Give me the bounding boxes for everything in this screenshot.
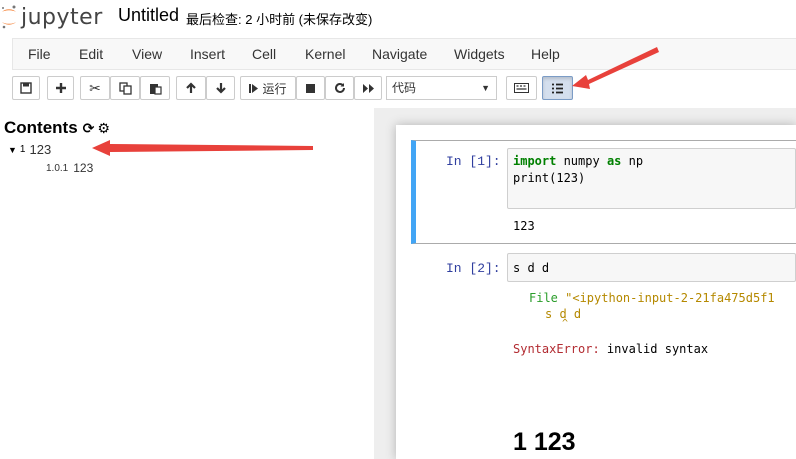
- toc-sidebar: Contents ⟳ ⚙ ▼ 1 123 1.0.1 123: [0, 108, 374, 459]
- error-type: SyntaxError:: [513, 342, 600, 356]
- traceback-file-line: File "<ipython-input-2-21fa475d5f1: [529, 291, 796, 305]
- scissors-icon: ✂: [89, 79, 101, 96]
- menu-navigate[interactable]: Navigate: [372, 46, 427, 62]
- markdown-heading: 1 123: [513, 428, 576, 456]
- restart-run-all-button[interactable]: [354, 76, 382, 100]
- checkpoint-status: 最后检查: 2 小时前 (未保存改变): [186, 12, 373, 27]
- input-prompt: In [1]:: [446, 154, 501, 169]
- cell-type-value: 代码: [392, 81, 417, 95]
- refresh-icon[interactable]: ⟳: [83, 120, 95, 137]
- command-palette-button[interactable]: [506, 76, 537, 100]
- menu-file[interactable]: File: [28, 46, 51, 62]
- stop-icon: [306, 83, 315, 93]
- notebook-name[interactable]: Untitled: [118, 5, 179, 26]
- restart-button[interactable]: [325, 76, 354, 100]
- fast-forward-icon: [362, 83, 374, 93]
- keyword: import: [513, 154, 557, 168]
- save-icon: [20, 82, 32, 94]
- code-input[interactable]: s d d: [507, 253, 796, 282]
- step-forward-icon: [249, 83, 259, 93]
- menu-insert[interactable]: Insert: [190, 46, 225, 62]
- chevron-down-icon: ▼: [481, 83, 490, 93]
- traceback-caret: ^: [562, 318, 569, 329]
- cell-output: 123: [513, 219, 535, 233]
- menu-kernel[interactable]: Kernel: [305, 46, 345, 62]
- keyboard-icon: [514, 83, 529, 93]
- save-button[interactable]: [12, 76, 40, 100]
- copy-icon: [118, 81, 132, 95]
- menu-cell[interactable]: Cell: [252, 46, 276, 62]
- move-up-button[interactable]: [176, 76, 206, 100]
- arrow-down-icon: [215, 83, 226, 94]
- toc-item-label: 123: [73, 161, 94, 175]
- refresh-icon: [334, 82, 345, 93]
- header: jupyter Untitled 最后检查: 2 小时前 (未保存改变): [0, 0, 796, 36]
- list-icon: [552, 83, 563, 93]
- error-text: invalid syntax: [599, 342, 709, 356]
- toc-item-number: 1: [19, 144, 26, 155]
- copy-button[interactable]: [110, 76, 140, 100]
- traceback-file-path: "<ipython-input-2-21fa475d5f1: [557, 291, 775, 305]
- toc-item-label: 123: [29, 142, 52, 157]
- code-text: s d d: [513, 261, 550, 275]
- code-text: print(123): [513, 171, 586, 185]
- move-down-button[interactable]: [206, 76, 235, 100]
- traceback-file-label: File: [529, 291, 558, 305]
- jupyter-logo-icon: [2, 5, 16, 29]
- toolbar: ✂ 运行 代码 ▼: [0, 72, 796, 106]
- insert-cell-button[interactable]: [47, 76, 74, 100]
- run-label: 运行: [262, 81, 287, 96]
- cell-type-select[interactable]: 代码 ▼: [386, 76, 497, 100]
- menu-view[interactable]: View: [132, 46, 162, 62]
- menu-edit[interactable]: Edit: [79, 46, 103, 62]
- gear-icon[interactable]: ⚙: [97, 120, 110, 137]
- input-prompt: In [2]:: [446, 261, 501, 276]
- toc-header: Contents ⟳ ⚙: [4, 118, 110, 138]
- run-button[interactable]: 运行: [240, 76, 296, 100]
- interrupt-button[interactable]: [296, 76, 325, 100]
- code-input[interactable]: import numpy as np print(123): [507, 148, 796, 209]
- caret-down-icon[interactable]: ▼: [8, 145, 17, 155]
- paste-button[interactable]: [140, 76, 170, 100]
- menu-help[interactable]: Help: [531, 46, 560, 62]
- toc-toggle-button[interactable]: [542, 76, 573, 100]
- logo-text: jupyter: [21, 4, 103, 30]
- toc-title: Contents: [4, 118, 78, 137]
- toc-item-1[interactable]: ▼ 1 123: [8, 142, 51, 157]
- cut-button[interactable]: ✂: [80, 76, 110, 100]
- code-text: np: [621, 154, 644, 168]
- keyword: as: [606, 154, 622, 168]
- toc-item-1-0-1[interactable]: 1.0.1 123: [46, 161, 93, 175]
- arrow-up-icon: [186, 82, 196, 93]
- menu-bar: File Edit View Insert Cell Kernel Naviga…: [12, 38, 796, 70]
- plus-icon: [55, 83, 66, 93]
- menu-widgets[interactable]: Widgets: [454, 46, 505, 62]
- toc-item-number: 1.0.1: [46, 162, 69, 174]
- code-text: numpy: [556, 154, 607, 168]
- error-message: SyntaxError: invalid syntax: [513, 342, 708, 356]
- paste-icon: [149, 83, 162, 95]
- jupyter-logo[interactable]: jupyter: [0, 2, 103, 32]
